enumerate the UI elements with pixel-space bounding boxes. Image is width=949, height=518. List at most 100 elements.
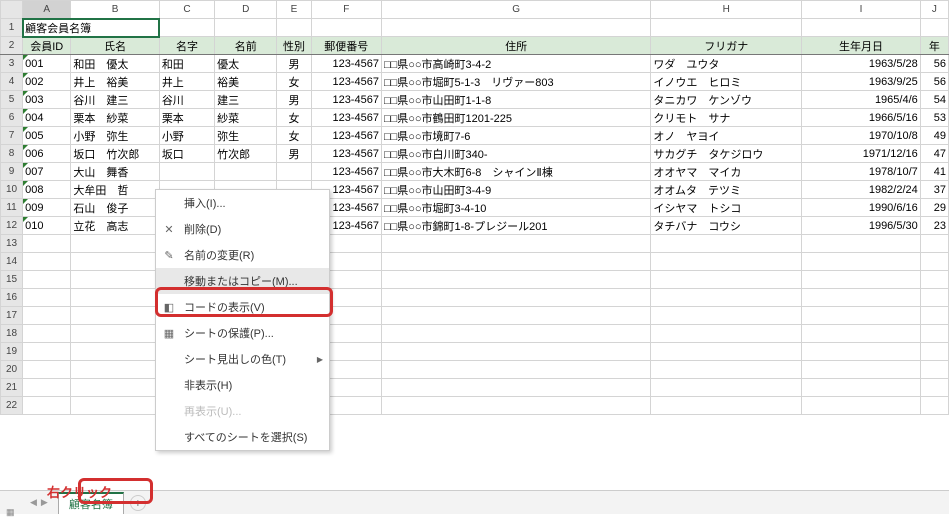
- empty-cell[interactable]: [381, 235, 650, 253]
- row-header-1[interactable]: 1: [1, 19, 23, 37]
- col-header-G[interactable]: G: [381, 1, 650, 19]
- cell-last[interactable]: 和田: [159, 55, 214, 73]
- cell-first[interactable]: 優太: [215, 55, 277, 73]
- cell-sex[interactable]: 女: [277, 127, 311, 145]
- empty-cell[interactable]: [920, 289, 948, 307]
- row-header-6[interactable]: 6: [1, 109, 23, 127]
- row-header-4[interactable]: 4: [1, 73, 23, 91]
- empty-cell[interactable]: [71, 253, 159, 271]
- empty-cell[interactable]: [802, 397, 921, 415]
- cell-addr[interactable]: □□県○○市山田町3-4-9: [381, 181, 650, 199]
- cell-id[interactable]: 001: [23, 55, 71, 73]
- menu-delete[interactable]: ✕ 削除(D): [156, 216, 329, 242]
- row-header-7[interactable]: 7: [1, 127, 23, 145]
- cell-name[interactable]: 小野 弥生: [71, 127, 159, 145]
- cell-addr[interactable]: □□県○○市境町7-6: [381, 127, 650, 145]
- cell-name[interactable]: 大山 舞香: [71, 163, 159, 181]
- empty-cell[interactable]: [23, 289, 71, 307]
- cell-age[interactable]: 47: [920, 145, 948, 163]
- cell-zip[interactable]: 123-4567: [311, 163, 381, 181]
- cell-kana[interactable]: オオヤマ マイカ: [651, 163, 802, 181]
- cell-name[interactable]: 和田 優太: [71, 55, 159, 73]
- cell-last[interactable]: 栗本: [159, 109, 214, 127]
- empty-cell[interactable]: [23, 343, 71, 361]
- row-header-12[interactable]: 12: [1, 217, 23, 235]
- empty-cell[interactable]: [71, 307, 159, 325]
- empty-cell[interactable]: [920, 307, 948, 325]
- cell-last[interactable]: 小野: [159, 127, 214, 145]
- empty-cell[interactable]: [802, 379, 921, 397]
- cell-zip[interactable]: 123-4567: [311, 55, 381, 73]
- empty-cell[interactable]: [71, 235, 159, 253]
- row-header-16[interactable]: 16: [1, 289, 23, 307]
- menu-tab-color[interactable]: シート見出しの色(T) ▶: [156, 346, 329, 372]
- col-header-D[interactable]: D: [215, 1, 277, 19]
- empty-cell[interactable]: [71, 271, 159, 289]
- cell-sex[interactable]: [277, 163, 311, 181]
- cell-G1[interactable]: [381, 19, 650, 37]
- cell-bd[interactable]: 1982/2/24: [802, 181, 921, 199]
- col-header-J[interactable]: J: [920, 1, 948, 19]
- row-header-14[interactable]: 14: [1, 253, 23, 271]
- header-zip[interactable]: 郵便番号: [311, 37, 381, 55]
- empty-cell[interactable]: [651, 307, 802, 325]
- cell-age[interactable]: 56: [920, 73, 948, 91]
- cell-I1[interactable]: [802, 19, 921, 37]
- cell-age[interactable]: 37: [920, 181, 948, 199]
- empty-cell[interactable]: [23, 235, 71, 253]
- cell-bd[interactable]: 1963/9/25: [802, 73, 921, 91]
- row-header-10[interactable]: 10: [1, 181, 23, 199]
- cell-first[interactable]: 弥生: [215, 127, 277, 145]
- cell-kana[interactable]: オオムタ テツミ: [651, 181, 802, 199]
- row-header-13[interactable]: 13: [1, 235, 23, 253]
- cell-last[interactable]: 井上: [159, 73, 214, 91]
- cell-age[interactable]: 41: [920, 163, 948, 181]
- empty-cell[interactable]: [651, 397, 802, 415]
- cell-age[interactable]: 56: [920, 55, 948, 73]
- menu-protect[interactable]: ▦ シートの保護(P)...: [156, 320, 329, 346]
- cell-id[interactable]: 003: [23, 91, 71, 109]
- header-first[interactable]: 名前: [215, 37, 277, 55]
- cell-addr[interactable]: □□県○○市鶴田町1201-225: [381, 109, 650, 127]
- empty-cell[interactable]: [71, 289, 159, 307]
- menu-view-code[interactable]: ◧ コードの表示(V): [156, 294, 329, 320]
- cell-id[interactable]: 010: [23, 217, 71, 235]
- empty-cell[interactable]: [920, 397, 948, 415]
- cell-id[interactable]: 004: [23, 109, 71, 127]
- header-age[interactable]: 年: [920, 37, 948, 55]
- empty-cell[interactable]: [802, 271, 921, 289]
- cell-zip[interactable]: 123-4567: [311, 73, 381, 91]
- empty-cell[interactable]: [23, 307, 71, 325]
- cell-zip[interactable]: 123-4567: [311, 145, 381, 163]
- row-header-20[interactable]: 20: [1, 361, 23, 379]
- cell-addr[interactable]: □□県○○市山田町1-1-8: [381, 91, 650, 109]
- header-bd[interactable]: 生年月日: [802, 37, 921, 55]
- cell-age[interactable]: 49: [920, 127, 948, 145]
- header-id[interactable]: 会員ID: [23, 37, 71, 55]
- cell-zip[interactable]: 123-4567: [311, 109, 381, 127]
- cell-addr[interactable]: □□県○○市大木町6-8 シャインⅡ棟: [381, 163, 650, 181]
- empty-cell[interactable]: [802, 253, 921, 271]
- row-header-11[interactable]: 11: [1, 199, 23, 217]
- empty-cell[interactable]: [920, 325, 948, 343]
- empty-cell[interactable]: [71, 343, 159, 361]
- cell-name[interactable]: 栗本 紗菜: [71, 109, 159, 127]
- cell-name[interactable]: 坂口 竹次郎: [71, 145, 159, 163]
- row-header-5[interactable]: 5: [1, 91, 23, 109]
- cell-age[interactable]: 29: [920, 199, 948, 217]
- cell-first[interactable]: 建三: [215, 91, 277, 109]
- cell-name[interactable]: 大牟田 哲: [71, 181, 159, 199]
- spreadsheet-grid[interactable]: A B C D E F G H I J 1 顧客会員名簿 2 会員ID 氏名 名…: [0, 0, 949, 415]
- empty-cell[interactable]: [651, 325, 802, 343]
- cell-addr[interactable]: □□県○○市堀町3-4-10: [381, 199, 650, 217]
- menu-rename[interactable]: ✎ 名前の変更(R): [156, 242, 329, 268]
- cell-C1[interactable]: [159, 19, 214, 37]
- empty-cell[interactable]: [920, 379, 948, 397]
- cell-id[interactable]: 007: [23, 163, 71, 181]
- cell-kana[interactable]: クリモト サナ: [651, 109, 802, 127]
- cell-bd[interactable]: 1963/5/28: [802, 55, 921, 73]
- row-header-18[interactable]: 18: [1, 325, 23, 343]
- empty-cell[interactable]: [23, 271, 71, 289]
- cell-D1[interactable]: [215, 19, 277, 37]
- cell-bd[interactable]: 1970/10/8: [802, 127, 921, 145]
